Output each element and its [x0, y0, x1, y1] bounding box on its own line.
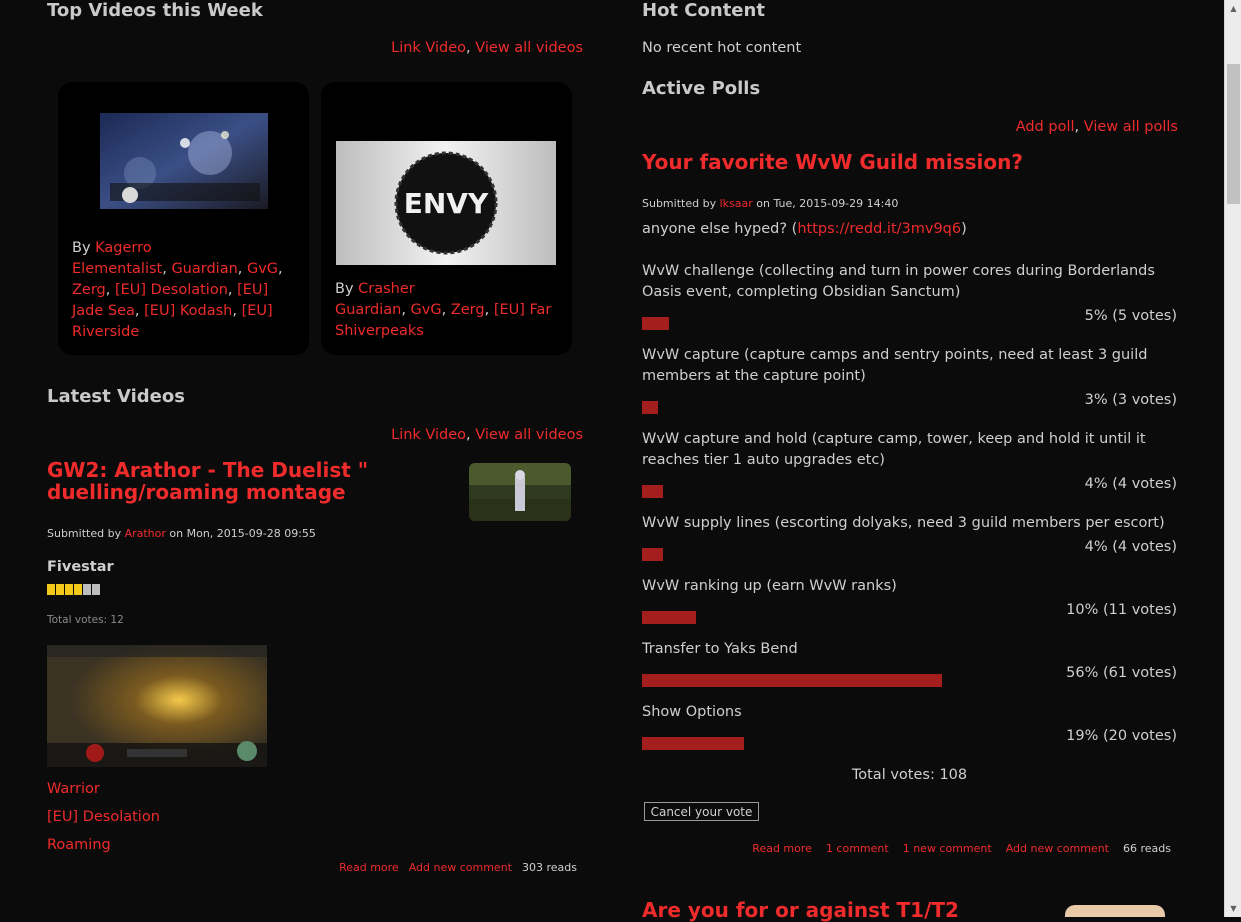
comments-link[interactable]: 1 comment [826, 842, 889, 855]
poll-option-bar [642, 485, 663, 498]
poll-option-result: 19% (20 votes) [1066, 728, 1177, 744]
video-card: By Kagerro Elementalist, Guardian, GvG, … [58, 82, 309, 355]
poll-option-result: 4% (4 votes) [1084, 539, 1177, 555]
hot-content-heading: Hot Content [642, 0, 765, 21]
rating-star-icon[interactable] [56, 584, 64, 595]
poll-body: anyone else hyped? (https://redd.it/3mv9… [642, 221, 967, 237]
poll-option-result: 56% (61 votes) [1066, 665, 1177, 681]
rating-star-icon[interactable] [47, 584, 55, 595]
poll-title-link[interactable]: Your favorite WvW Guild mission? [642, 150, 1023, 174]
poll-option-label: Show Options [642, 704, 742, 720]
poll-option-label: WvW ranking up (earn WvW ranks) [642, 578, 897, 594]
latest-videos-links: Link Video, View all videos [391, 427, 583, 443]
tag-link[interactable]: [EU] Desolation [47, 809, 160, 825]
add-poll-link[interactable]: Add poll [1016, 119, 1075, 135]
video-thumbnail[interactable] [100, 113, 268, 209]
tag-link[interactable]: Elementalist [72, 261, 162, 277]
read-more-link[interactable]: Read more [339, 861, 399, 874]
author-link[interactable]: Crasher [358, 281, 415, 297]
video-card: ENVY By Crasher Guardian, GvG, Zerg, [EU… [321, 82, 572, 355]
poll-option-result: 4% (4 votes) [1084, 476, 1177, 492]
scrollbar-thumb[interactable] [1227, 64, 1240, 204]
poll-option-bar [642, 317, 669, 330]
poll-submitted: Submitted by lksaar on Tue, 2015-09-29 1… [642, 197, 899, 210]
next-poll-title-link[interactable]: Are you for or against T1/T2 [642, 898, 959, 922]
tag-link[interactable]: Warrior [47, 781, 100, 797]
post-links: Read more Add new comment 303 reads [339, 861, 577, 874]
add-comment-link[interactable]: Add new comment [409, 861, 512, 874]
scrollbar[interactable]: ▲ ▼ [1224, 0, 1241, 917]
fivestar-rating[interactable] [47, 580, 101, 595]
post-tags: Warrior [EU] Desolation Roaming [47, 775, 160, 859]
author-link[interactable]: Kagerro [95, 240, 152, 256]
poll-option-label: WvW capture and hold (capture camp, towe… [642, 431, 1146, 468]
poll-links: Add poll, View all polls [1015, 119, 1178, 135]
envy-logo-text: ENVY [404, 187, 489, 220]
tag-link[interactable]: Zerg [451, 302, 485, 318]
post-thumbnail[interactable] [469, 463, 571, 521]
poll-option-result: 5% (5 votes) [1084, 308, 1177, 324]
poll-option-label: WvW capture (capture camps and sentry po… [642, 347, 1148, 384]
top-videos-heading: Top Videos this Week [47, 0, 263, 21]
post-title-link[interactable]: GW2: Arathor - The Duelist " duelling/ro… [47, 458, 368, 504]
active-polls-heading: Active Polls [642, 78, 761, 99]
poll-option-bar [642, 548, 663, 561]
poll-option-label: WvW supply lines (escorting dolyaks, nee… [642, 515, 1165, 531]
poll-option-bar [642, 401, 658, 414]
next-poll-thumbnail[interactable] [1065, 905, 1165, 917]
poll-option-result: 3% (3 votes) [1084, 392, 1177, 408]
top-videos-links: Link Video, View all videos [391, 40, 583, 56]
link-video-link[interactable]: Link Video [391, 427, 466, 443]
rating-star-icon[interactable] [92, 584, 100, 595]
poll-author-link[interactable]: lksaar [720, 197, 753, 210]
read-more-link[interactable]: Read more [752, 842, 812, 855]
next-poll-title: Are you for or against T1/T2 [642, 898, 959, 922]
post-image[interactable] [47, 645, 267, 767]
video-meta: By Kagerro Elementalist, Guardian, GvG, … [72, 240, 283, 340]
poll-option-bar [642, 737, 744, 750]
tag-link[interactable]: GvG [411, 302, 442, 318]
poll-body-link[interactable]: https://redd.it/3mv9q6 [797, 221, 961, 237]
poll-footer-links: Read more 1 comment 1 new comment Add new c… [752, 842, 1171, 855]
rating-star-icon[interactable] [74, 584, 82, 595]
poll-option-label: Transfer to Yaks Bend [642, 641, 798, 657]
post-submitted: Submitted by Arathor on Mon, 2015-09-28 … [47, 527, 316, 540]
tag-link[interactable]: Roaming [47, 837, 111, 853]
hot-content-empty: No recent hot content [642, 40, 802, 56]
tag-link[interactable]: GvG [247, 261, 278, 277]
view-all-videos-link[interactable]: View all videos [475, 40, 583, 56]
tag-link[interactable]: [EU] Kodash [144, 303, 232, 319]
poll-option-bar [642, 611, 696, 624]
rating-star-icon[interactable] [65, 584, 73, 595]
link-video-link[interactable]: Link Video [391, 40, 466, 56]
scroll-down-icon[interactable]: ▼ [1225, 900, 1241, 917]
poll-title: Your favorite WvW Guild mission? [642, 150, 1023, 174]
poll-option-bar [642, 674, 942, 687]
scroll-up-icon[interactable]: ▲ [1225, 0, 1241, 17]
video-thumbnail[interactable]: ENVY [336, 141, 556, 265]
view-all-videos-link[interactable]: View all videos [475, 427, 583, 443]
poll-option-result: 10% (11 votes) [1066, 602, 1177, 618]
rating-star-icon[interactable] [83, 584, 91, 595]
total-votes: Total votes: 12 [47, 614, 124, 626]
tag-link[interactable]: [EU] Desolation [115, 282, 228, 298]
tag-link[interactable]: Zerg [72, 282, 106, 298]
post-author-link[interactable]: Arathor [125, 527, 166, 540]
post-title: GW2: Arathor - The Duelist " duelling/ro… [47, 459, 417, 503]
video-meta: By Crasher Guardian, GvG, Zerg, [EU] Far… [335, 281, 552, 339]
new-comment-link[interactable]: 1 new comment [903, 842, 992, 855]
poll-total-votes: Total votes: 108 [851, 767, 968, 783]
poll-option-label: WvW challenge (collecting and turn in po… [642, 263, 1155, 300]
fivestar-label: Fivestar [47, 559, 114, 575]
cancel-vote-button[interactable]: Cancel your vote [644, 802, 759, 821]
reads-count: 303 reads [522, 861, 577, 874]
reads-count: 66 reads [1123, 842, 1171, 855]
add-comment-link[interactable]: Add new comment [1006, 842, 1109, 855]
tag-link[interactable]: Guardian [335, 302, 401, 318]
tag-link[interactable]: Guardian [171, 261, 237, 277]
latest-videos-heading: Latest Videos [47, 386, 185, 407]
view-all-polls-link[interactable]: View all polls [1084, 119, 1178, 135]
